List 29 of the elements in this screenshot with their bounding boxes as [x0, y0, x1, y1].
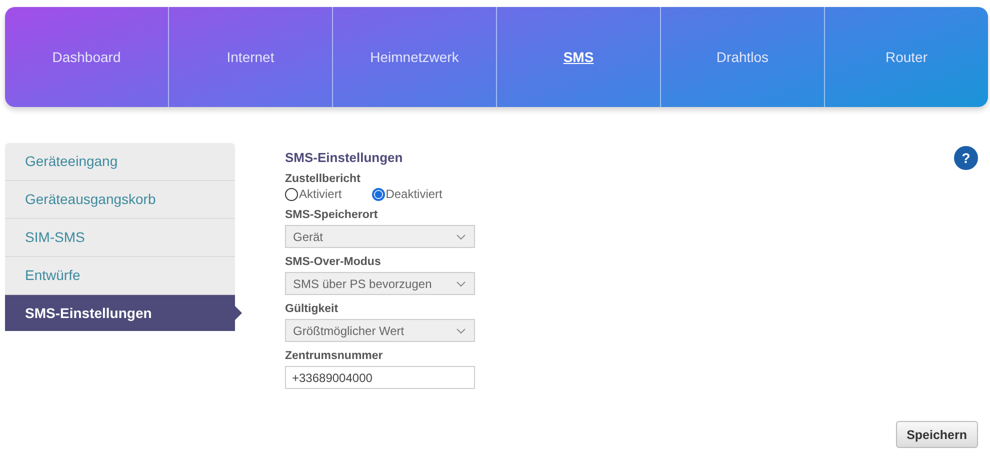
- nav-tab[interactable]: Heimnetzwerk: [332, 7, 496, 107]
- nav-tab[interactable]: Router: [824, 7, 988, 107]
- field-label: Zustellbericht: [285, 173, 362, 185]
- field-label: SMS-Speicherort: [285, 209, 379, 221]
- input-field[interactable]: +33689004000: [285, 366, 475, 389]
- nav-tab[interactable]: Dashboard: [5, 7, 168, 107]
- save-button[interactable]: Speichern: [896, 421, 978, 448]
- nav-tab[interactable]: Drahtlos: [660, 7, 824, 107]
- sidebar-item[interactable]: Geräteeingang: [5, 143, 235, 180]
- nav-tab[interactable]: Internet: [168, 7, 332, 107]
- select-dropdown[interactable]: Gerät: [285, 225, 475, 248]
- sidebar-item[interactable]: SMS-Einstellungen: [5, 294, 242, 331]
- radio-icon[interactable]: [372, 188, 385, 200]
- section-title: SMS-Einstellungen: [285, 150, 404, 165]
- sidebar-item[interactable]: SIM-SMS: [5, 218, 235, 256]
- field-label: SMS-Over-Modus: [285, 256, 382, 268]
- chevron-down-icon: [456, 280, 466, 286]
- chevron-down-icon: [456, 328, 466, 334]
- field-label: Gültigkeit: [285, 303, 340, 315]
- radio-icon[interactable]: [285, 188, 298, 200]
- nav-tab[interactable]: SMS: [496, 7, 660, 107]
- select-dropdown[interactable]: SMS über PS bevorzugen: [285, 272, 475, 295]
- radio-option[interactable]: Deaktiviert: [372, 187, 442, 201]
- sidebar-item[interactable]: Geräteausgangskorb: [5, 180, 235, 218]
- help-icon[interactable]: ?: [954, 146, 978, 170]
- radio-option[interactable]: Aktiviert: [285, 187, 342, 201]
- chevron-down-icon: [456, 234, 466, 240]
- field-label: Zentrumsnummer: [285, 350, 384, 362]
- select-dropdown[interactable]: Größtmöglicher Wert: [285, 319, 475, 342]
